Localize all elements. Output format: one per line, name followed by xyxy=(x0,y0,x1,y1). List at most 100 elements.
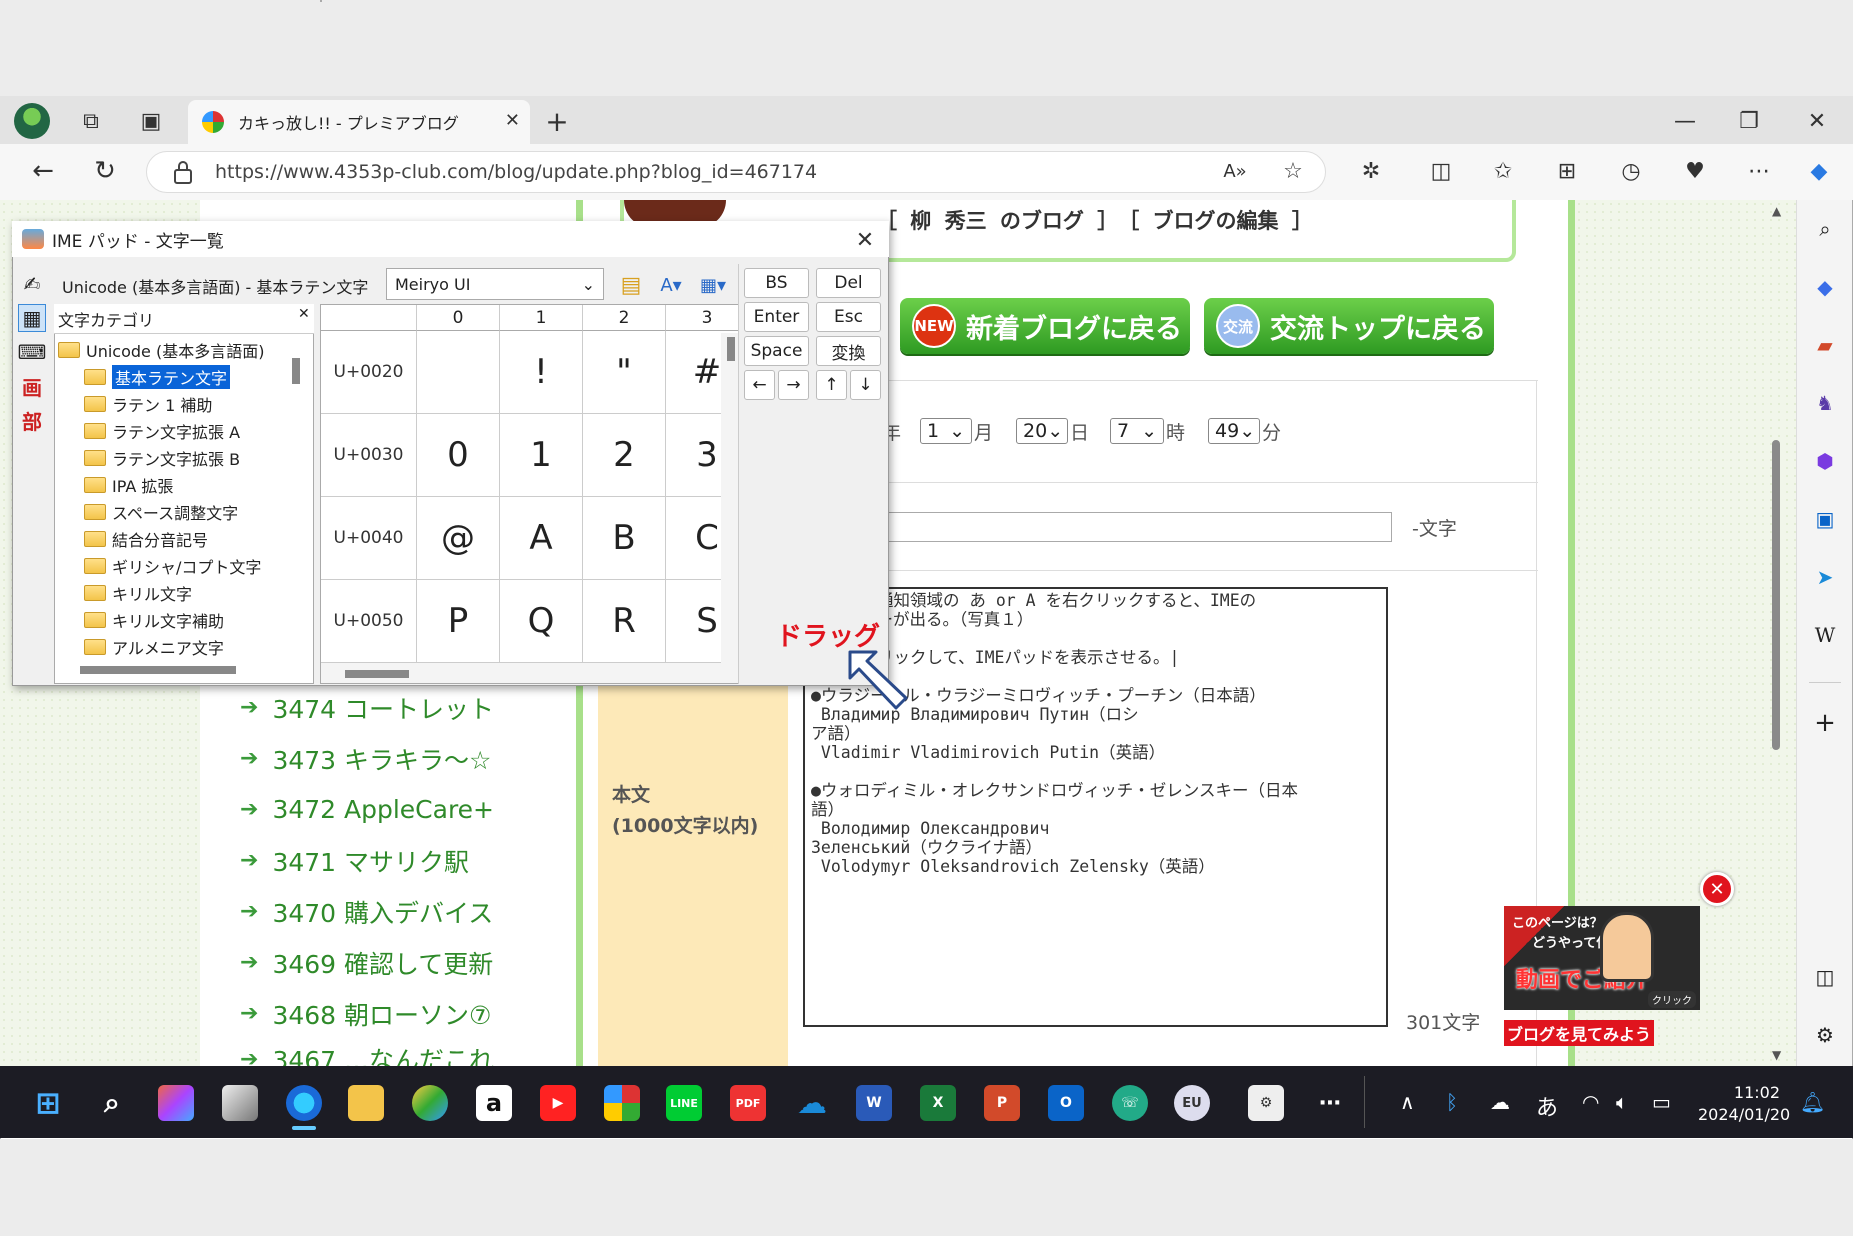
close-window-icon[interactable]: ✕ xyxy=(1800,104,1834,138)
right-arrow-key[interactable]: → xyxy=(778,370,809,400)
search-icon[interactable]: ⌕ xyxy=(1810,214,1840,244)
read-aloud-icon[interactable]: A» xyxy=(1218,154,1252,188)
file-explorer-icon[interactable] xyxy=(348,1085,384,1121)
char-cell[interactable]: 1 xyxy=(500,414,583,497)
char-cell[interactable]: " xyxy=(583,331,666,414)
word-icon[interactable]: W xyxy=(856,1085,892,1121)
powerpoint-icon[interactable]: P xyxy=(984,1085,1020,1121)
excel-icon[interactable]: X xyxy=(920,1085,956,1121)
tree-item[interactable]: ラテン文字拡張 A xyxy=(58,417,288,444)
grid-scrollbar-thumb[interactable] xyxy=(727,337,735,361)
cloud-icon[interactable]: ☁ xyxy=(1490,1090,1510,1114)
list-item[interactable]: ➔ 3470 購入デバイス xyxy=(240,886,494,937)
refresh-icon[interactable]: ↻ xyxy=(88,154,122,188)
space-key[interactable]: Space xyxy=(744,336,809,366)
clock[interactable]: 11:02 2024/01/20 xyxy=(1698,1082,1790,1126)
tree-item[interactable]: ラテン文字拡張 B xyxy=(58,444,288,471)
outlook-icon[interactable]: ▣ xyxy=(1810,504,1840,534)
add-icon[interactable]: + xyxy=(1810,708,1840,738)
tree-item-basic-latin[interactable]: 基本ラテン文字 xyxy=(58,363,288,390)
split-screen-icon[interactable]: ◫ xyxy=(1424,154,1458,188)
bs-key[interactable]: BS xyxy=(744,268,809,298)
minimize-icon[interactable]: — xyxy=(1668,104,1702,138)
list-item[interactable]: ➔ 3472 AppleCare+ xyxy=(240,784,494,835)
start-icon[interactable]: ⊞ xyxy=(30,1085,66,1121)
tree-scrollbar-thumb[interactable] xyxy=(292,358,300,384)
more-menu-icon[interactable]: ⋯ xyxy=(1742,154,1776,188)
settings-taskbar-icon[interactable]: ⚙ xyxy=(1248,1085,1284,1121)
title-input[interactable] xyxy=(880,512,1392,542)
tree-item[interactable]: ギリシャ/コプト文字 xyxy=(58,552,288,579)
tools-icon[interactable]: ▰ xyxy=(1810,330,1840,360)
outlook-taskbar-icon[interactable]: O xyxy=(1048,1085,1084,1121)
back-icon[interactable]: ← xyxy=(26,154,60,188)
font-select[interactable]: Meiryo UI ⌄ xyxy=(386,268,604,300)
games-icon[interactable]: ♞ xyxy=(1810,388,1840,418)
youtube-icon[interactable]: ▶ xyxy=(540,1085,576,1121)
favorites-icon[interactable]: ✩ xyxy=(1486,154,1520,188)
send-icon[interactable]: ➤ xyxy=(1810,562,1840,592)
taskbar-search-icon[interactable]: ⌕ xyxy=(94,1085,130,1121)
settings-gear-icon[interactable]: ⚙ xyxy=(1810,1020,1840,1050)
ime-mode-indicator[interactable]: あ xyxy=(1536,1090,1558,1122)
char-cell[interactable]: ! xyxy=(500,331,583,414)
scroll-up-icon[interactable]: ▲ xyxy=(1772,204,1781,218)
promo-banner[interactable]: このページは？ どうやって使う？ 動画でご紹介 クリック xyxy=(1504,906,1700,1010)
collections-icon[interactable]: ⧉ xyxy=(74,104,108,138)
list-item[interactable]: ➔ 3473 キラキラ〜☆ xyxy=(240,733,494,784)
char-cell[interactable]: 2 xyxy=(583,414,666,497)
char-cell[interactable]: P xyxy=(417,580,500,663)
list-item[interactable]: ➔ 3468 朝ローソン⑦ xyxy=(240,988,494,1039)
tree-item[interactable]: スペース調整文字 xyxy=(58,498,288,525)
extensions-icon[interactable]: ✲ xyxy=(1354,154,1388,188)
tree-item[interactable]: キリル文字補助 xyxy=(58,606,288,633)
handwriting-icon[interactable]: ✍ xyxy=(18,270,46,298)
category-close-icon[interactable]: ✕ xyxy=(298,306,310,322)
stroke-count-tab[interactable]: 画 xyxy=(18,372,46,400)
collections-toolbar-icon[interactable]: ⊞ xyxy=(1550,154,1584,188)
month-select[interactable]: 1 ⌄ xyxy=(920,418,972,444)
ime-title-bar[interactable]: IME パッド - 文字一覧 xyxy=(12,221,889,257)
tree-root[interactable]: Unicode (基本多言語面) xyxy=(58,336,288,363)
char-cell[interactable]: @ xyxy=(417,497,500,580)
browser-essentials-icon[interactable]: ♥ xyxy=(1678,154,1712,188)
henkan-key[interactable]: 変換 xyxy=(816,336,881,366)
tree-item[interactable]: ラテン 1 補助 xyxy=(58,390,288,417)
day-select[interactable]: 20 ⌄ xyxy=(1016,418,1068,444)
wikipedia-icon[interactable]: W xyxy=(1810,620,1840,650)
volume-icon[interactable]: 🔈︎ xyxy=(1616,1090,1628,1114)
list-item[interactable]: ➔ 3469 確認して更新 xyxy=(240,937,494,988)
soft-keyboard-icon[interactable]: ⌨ xyxy=(18,338,47,366)
wifi-icon[interactable]: ◠ xyxy=(1582,1090,1599,1114)
minute-select[interactable]: 49 ⌄ xyxy=(1208,418,1260,444)
font-size-icon[interactable]: A▾ xyxy=(654,268,688,302)
up-arrow-key[interactable]: ↑ xyxy=(816,370,847,400)
hour-select[interactable]: 7 ⌄ xyxy=(1110,418,1164,444)
m365-icon[interactable]: ⬢ xyxy=(1810,446,1840,476)
amazon-icon[interactable]: a xyxy=(476,1085,512,1121)
char-cell[interactable]: Q xyxy=(500,580,583,663)
favorite-star-icon[interactable]: ☆ xyxy=(1276,154,1310,188)
lock-icon[interactable] xyxy=(172,158,194,186)
tree-item[interactable]: IPA 拡張 xyxy=(58,471,288,498)
battery-icon[interactable]: ▭ xyxy=(1652,1090,1671,1114)
char-list-icon[interactable]: ▦ xyxy=(18,304,46,332)
esc-key[interactable]: Esc xyxy=(816,302,881,332)
history-icon[interactable]: ◷ xyxy=(1614,154,1648,188)
tab-active[interactable]: カキっ放し!! - プレミアブログ ✕ xyxy=(188,100,530,144)
copilot-icon[interactable]: ◆ xyxy=(1802,154,1836,188)
grid-hscrollbar-thumb[interactable] xyxy=(345,670,409,678)
eu-icon[interactable]: EU xyxy=(1174,1085,1210,1121)
line-icon[interactable]: LINE xyxy=(666,1085,702,1121)
tree-hscrollbar-thumb[interactable] xyxy=(80,666,236,674)
promo-close-icon[interactable]: ✕ xyxy=(1700,872,1734,906)
char-cell[interactable]: B xyxy=(583,497,666,580)
paint-icon[interactable] xyxy=(412,1085,448,1121)
overflow-icon[interactable]: ⋯ xyxy=(1312,1085,1348,1121)
list-item[interactable]: ➔ 3471 マサリク駅 xyxy=(240,835,494,886)
ime-close-icon[interactable]: ✕ xyxy=(848,223,882,257)
down-arrow-key[interactable]: ↓ xyxy=(850,370,881,400)
new-tab-button[interactable]: + xyxy=(540,104,574,138)
left-arrow-key[interactable]: ← xyxy=(744,370,775,400)
char-cell[interactable]: R xyxy=(583,580,666,663)
